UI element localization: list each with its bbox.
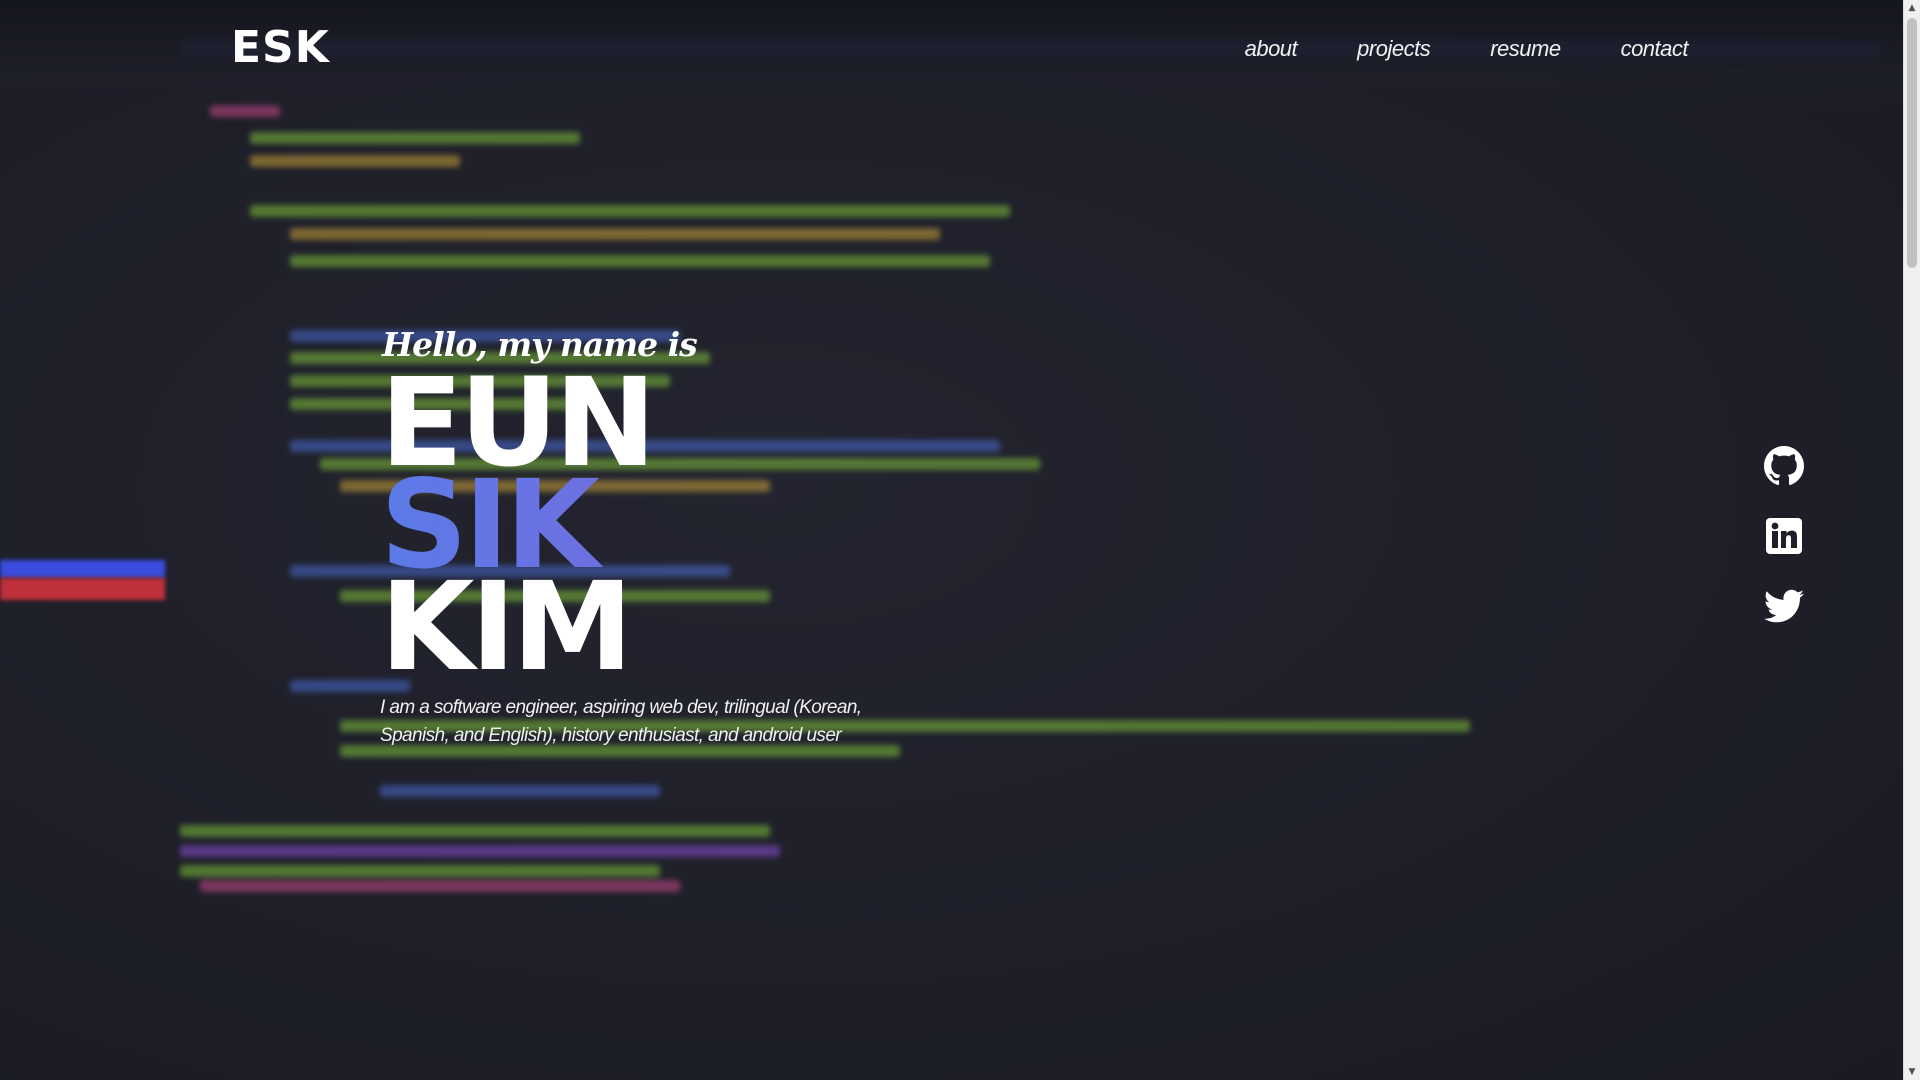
social-links <box>1764 446 1804 626</box>
glitch-bar-red <box>0 578 165 600</box>
nav-link-resume[interactable]: resume <box>1490 36 1561 62</box>
glitch-bar-blue <box>0 560 165 578</box>
twitter-icon[interactable] <box>1764 586 1804 626</box>
github-icon[interactable] <box>1764 446 1804 486</box>
hero-section: Hello, my name is EUN SIK KIM I am a sof… <box>380 325 920 750</box>
code-background <box>0 0 1904 1080</box>
page-scrollbar[interactable]: ▲ ▼ <box>1903 0 1920 1080</box>
nav-link-about[interactable]: about <box>1245 36 1298 62</box>
hero-tagline: I am a software engineer, aspiring web d… <box>380 697 862 746</box>
scroll-down-arrow-icon[interactable]: ▼ <box>1904 1064 1920 1080</box>
nav-link-contact[interactable]: contact <box>1621 36 1689 62</box>
scroll-thumb[interactable] <box>1907 18 1917 268</box>
page: ESK about projects resume contact Hello,… <box>0 0 1920 1080</box>
nav-link-projects[interactable]: projects <box>1357 36 1431 62</box>
scroll-up-arrow-icon[interactable]: ▲ <box>1904 0 1920 16</box>
site-logo[interactable]: ESK <box>231 22 330 73</box>
name-last: KIM <box>380 556 633 698</box>
linkedin-icon[interactable] <box>1764 516 1804 556</box>
main-nav: about projects resume contact <box>1245 36 1689 62</box>
